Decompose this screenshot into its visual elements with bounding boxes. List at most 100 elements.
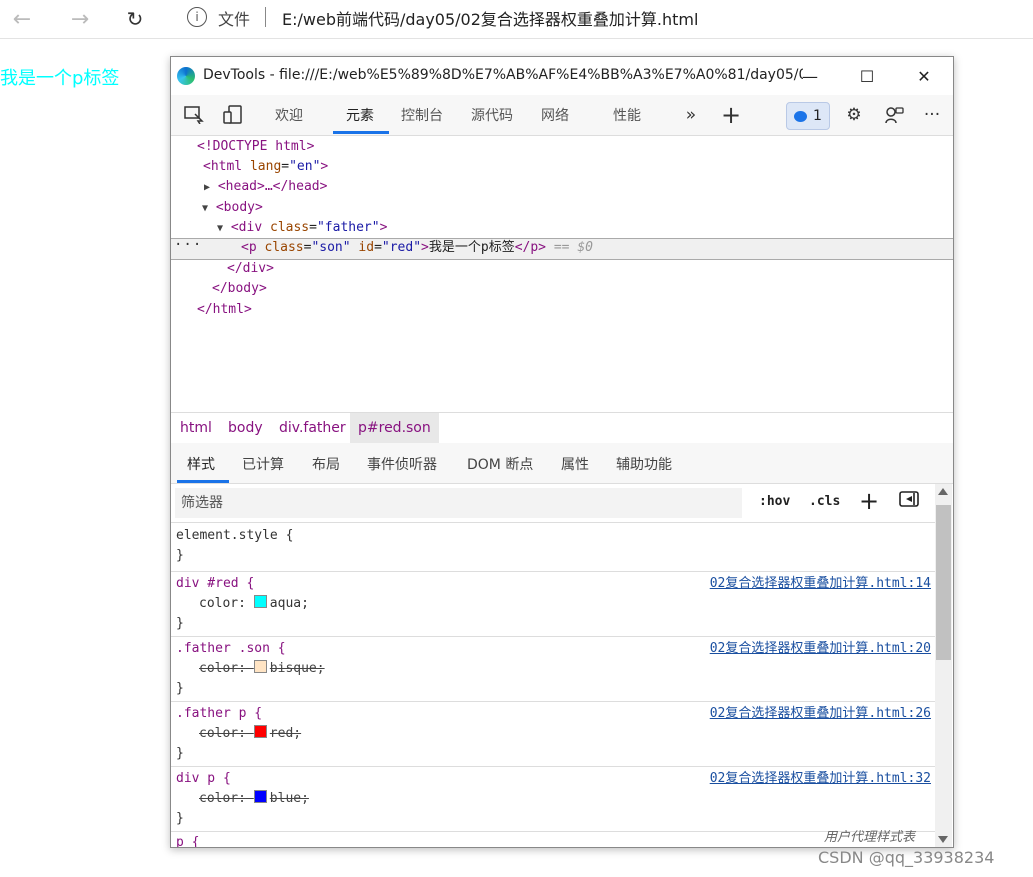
dom-html-close[interactable]: </html>	[197, 300, 252, 320]
rule-close: }	[176, 746, 184, 761]
active-tab-indicator	[333, 131, 389, 134]
style-rule-element: element.style { }	[171, 523, 935, 572]
back-icon[interactable]: ←	[8, 5, 36, 33]
subtab-layout[interactable]: 布局	[312, 454, 340, 474]
color-swatch[interactable]	[253, 595, 267, 608]
rule-selector[interactable]: element.style {	[176, 526, 293, 546]
minimize-icon[interactable]: —	[789, 61, 831, 91]
dom-div-father[interactable]: ▼ <div class="father">	[217, 218, 387, 238]
dom-div-close[interactable]: </div>	[227, 259, 274, 279]
subtab-computed[interactable]: 已计算	[242, 454, 284, 474]
collapse-arrow-icon: ▼	[217, 223, 224, 234]
url-text[interactable]: E:/web前端代码/day05/02复合选择器权重叠加计算.html	[282, 6, 698, 30]
style-rule-father-son: .father .son { 02复合选择器权重叠加计算.html:20 col…	[171, 637, 935, 702]
subtab-dom-breakpoints[interactable]: DOM 断点	[467, 454, 533, 474]
scroll-down-icon[interactable]	[938, 836, 948, 843]
dom-head[interactable]: ▶ <head>…</head>	[204, 177, 327, 197]
watermark: CSDN @qq_33938234	[818, 848, 995, 867]
hov-button[interactable]: :hov	[759, 494, 790, 509]
inspect-element-icon[interactable]	[182, 103, 206, 127]
styles-subtabs: 样式 已计算 布局 事件侦听器 DOM 断点 属性 辅助功能	[171, 443, 953, 484]
style-rule-father-p: .father p { 02复合选择器权重叠加计算.html:26 color:…	[171, 702, 935, 767]
scroll-up-icon[interactable]	[938, 488, 948, 495]
scroll-thumb[interactable]	[936, 505, 951, 660]
rule-source-link[interactable]: 02复合选择器权重叠加计算.html:20	[710, 639, 931, 659]
collapse-arrow-icon: ▼	[202, 203, 209, 214]
rule-declaration-overridden[interactable]: color: red;	[199, 724, 301, 744]
issues-badge[interactable]: 1	[786, 102, 830, 130]
tab-performance[interactable]: 性能	[613, 105, 641, 125]
color-swatch[interactable]	[253, 660, 267, 673]
rule-close: }	[176, 811, 184, 826]
close-icon[interactable]: ✕	[903, 61, 945, 91]
tab-welcome[interactable]: 欢迎	[275, 105, 303, 125]
rule-selector[interactable]: .father .son {	[176, 639, 286, 659]
refresh-icon[interactable]: ↻	[121, 5, 149, 33]
toggle-sidebar-icon[interactable]	[899, 491, 919, 511]
node-actions-icon[interactable]: ...	[174, 233, 202, 249]
rule-close: }	[176, 681, 184, 696]
rule-declaration-overridden[interactable]: color: bisque;	[199, 659, 325, 679]
rule-declaration[interactable]: color: aqua;	[199, 594, 309, 614]
styles-pane: element.style { } div #red { 02复合选择器权重叠加…	[171, 523, 935, 847]
breadcrumb-html[interactable]: html	[172, 413, 220, 443]
forward-icon[interactable]: →	[66, 5, 94, 33]
cls-button[interactable]: .cls	[809, 494, 840, 509]
subtab-styles[interactable]: 样式	[187, 454, 215, 474]
tab-sources[interactable]: 源代码	[471, 105, 513, 125]
rule-source-link[interactable]: 02复合选择器权重叠加计算.html:32	[710, 769, 931, 789]
rule-source-link[interactable]: 02复合选择器权重叠加计算.html:14	[710, 574, 931, 594]
rule-declaration-overridden[interactable]: color: blue;	[199, 789, 309, 809]
filter-input[interactable]	[175, 488, 742, 518]
styles-scrollbar[interactable]	[935, 484, 952, 847]
subtab-event-listeners[interactable]: 事件侦听器	[367, 454, 437, 474]
dom-body-close[interactable]: </body>	[212, 279, 267, 299]
address-separator	[265, 7, 266, 27]
devtools-tabbar: 欢迎 元素 控制台 源代码 网络 性能 » + 1 ⚙ ···	[171, 95, 953, 136]
settings-gear-icon[interactable]: ⚙	[842, 103, 866, 127]
color-swatch[interactable]	[253, 725, 267, 738]
devtools-title: DevTools - file:///E:/web%E5%89%8D%E7%AB…	[203, 67, 803, 83]
edge-logo-icon	[177, 67, 195, 85]
breadcrumb-div-father[interactable]: div.father	[271, 413, 354, 443]
style-rule-p-ua[interactable]: p {	[176, 833, 199, 847]
devtools-window: DevTools - file:///E:/web%E5%89%8D%E7%AB…	[170, 56, 954, 848]
tab-network[interactable]: 网络	[541, 105, 569, 125]
add-tab-icon[interactable]: +	[719, 101, 743, 129]
breadcrumb-body[interactable]: body	[220, 413, 271, 443]
active-subtab-indicator	[177, 480, 229, 483]
breadcrumb-p-red-son[interactable]: p#red.son	[350, 413, 439, 443]
breadcrumb: html body div.father p#red.son	[171, 412, 953, 444]
file-scheme-label: 文件	[218, 10, 251, 29]
subtab-accessibility[interactable]: 辅助功能	[616, 454, 672, 474]
rule-selector[interactable]: .father p {	[176, 704, 262, 724]
rule-close: }	[176, 616, 184, 631]
dom-doctype[interactable]: <!DOCTYPE html>	[197, 137, 314, 157]
more-options-icon[interactable]: ···	[920, 103, 944, 127]
rule-selector[interactable]: div #red {	[176, 574, 254, 594]
dom-tree: <!DOCTYPE html> <html lang="en"> ▶ <head…	[171, 136, 953, 412]
dom-html-open[interactable]: <html lang="en">	[203, 157, 328, 177]
feedback-icon[interactable]	[882, 103, 906, 127]
browser-address-bar: ← → ↻ i 文件 E:/web前端代码/day05/02复合选择器权重叠加计…	[0, 0, 1033, 39]
dom-body-open[interactable]: ▼ <body>	[202, 198, 263, 218]
dom-selected-p[interactable]: ... <p class="son" id="red">我是一个p标签</p> …	[171, 233, 953, 260]
info-icon[interactable]: i	[187, 7, 207, 27]
message-icon	[794, 110, 808, 122]
more-tabs-icon[interactable]: »	[679, 103, 703, 127]
new-style-rule-icon[interactable]: +	[859, 487, 879, 515]
rule-selector[interactable]: div p {	[176, 769, 231, 789]
color-swatch[interactable]	[253, 790, 267, 803]
maximize-icon[interactable]: ☐	[846, 61, 888, 91]
devtools-titlebar: DevTools - file:///E:/web%E5%89%8D%E7%AB…	[171, 57, 953, 95]
subtab-properties[interactable]: 属性	[561, 454, 589, 474]
rule-close: }	[176, 548, 184, 563]
device-emulation-icon[interactable]	[221, 103, 245, 127]
page-paragraph: 我是一个p标签	[0, 68, 120, 89]
issues-count: 1	[813, 108, 822, 124]
rule-source-link[interactable]: 02复合选择器权重叠加计算.html:26	[710, 704, 931, 724]
tab-elements[interactable]: 元素	[346, 105, 374, 125]
tab-console[interactable]: 控制台	[401, 105, 443, 125]
expand-arrow-icon: ▶	[204, 182, 211, 193]
styles-filter-bar: :hov .cls +	[171, 484, 935, 523]
